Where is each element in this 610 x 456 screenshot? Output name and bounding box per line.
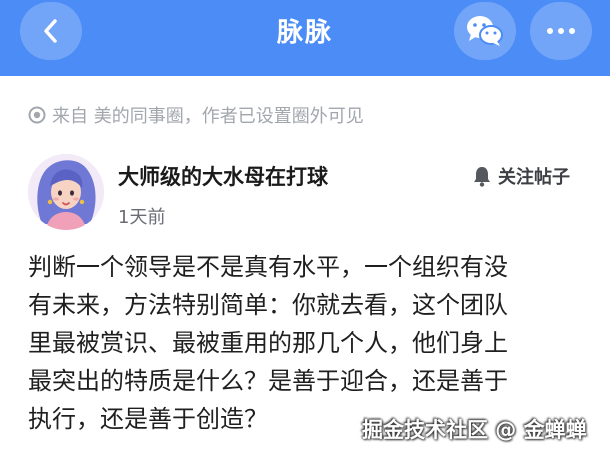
wechat-icon [465,14,505,48]
post-text-line: 最突出的特质是什么？是善于迎合，还是善于 [28,367,508,395]
source-info: 来自 美的同事圈，作者已设置圈外可见 [28,102,364,128]
author-name[interactable]: 大师级的大水母在打球 [118,161,328,191]
post-text-line: 有未来，方法特别简单：你就去看，这个团队 [28,291,508,319]
post-text-line: 判断一个领导是不是真有水平，一个组织有没 [28,253,508,281]
top-navigation-bar: 脉脉 [0,0,610,76]
source-text: 来自 美的同事圈，作者已设置圈外可见 [52,106,364,127]
more-dots-icon [546,27,576,35]
post-time: 1天前 [118,207,166,228]
wechat-share-button[interactable] [454,2,516,60]
circle-dot-icon [28,106,46,124]
avatar[interactable] [28,154,104,230]
follow-post-label: 关注帖子 [498,167,570,188]
page-title: 脉脉 [276,18,333,48]
watermark: 掘金技术社区 @ 金蝉蝉 [362,418,587,442]
post-text-line: 里最被赏识、最被重用的那几个人，他们身上 [28,329,508,357]
follow-post-button[interactable]: 关注帖子 [472,162,570,190]
more-button[interactable] [530,2,592,60]
bell-icon [472,165,492,187]
post-content: 判断一个领导是不是真有水平，一个组织有没 有未来，方法特别简单：你就去看，这个团… [28,248,588,438]
